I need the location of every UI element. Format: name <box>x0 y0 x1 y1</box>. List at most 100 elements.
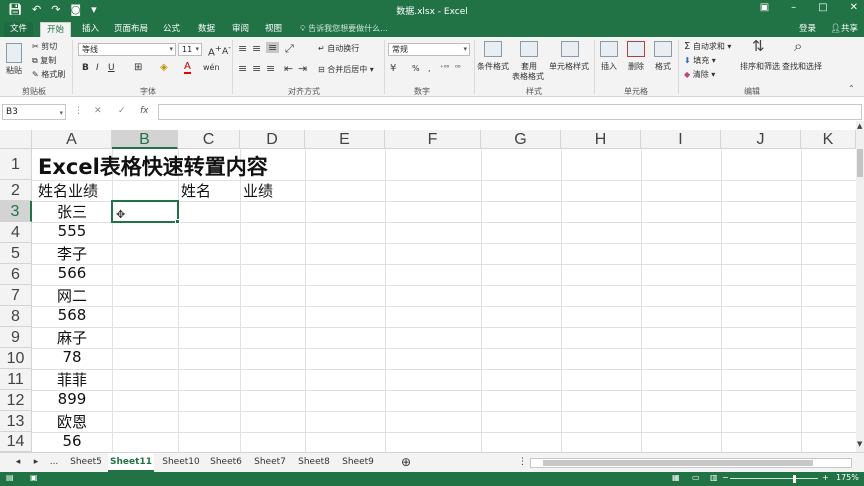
cell-a14[interactable]: 56 <box>32 432 112 450</box>
add-sheet-icon[interactable]: ⊕ <box>398 453 414 472</box>
row-header[interactable]: 2 <box>0 180 32 201</box>
format-cells-icon[interactable] <box>654 41 672 57</box>
paste-button[interactable]: 粘贴 <box>6 65 22 76</box>
more-sheets-button[interactable]: ... <box>46 453 62 472</box>
row-header[interactable]: 7 <box>0 285 32 306</box>
font-color-icon[interactable]: A <box>184 61 191 74</box>
row-header[interactable]: 14 <box>0 432 32 452</box>
format-as-table-icon[interactable] <box>520 41 538 57</box>
horizontal-scrollbar[interactable] <box>530 458 852 468</box>
delete-cells-icon[interactable] <box>627 41 645 57</box>
tab-view[interactable]: 视图 <box>259 22 288 37</box>
zoom-slider[interactable] <box>730 478 818 479</box>
cell-a13[interactable]: 欧恩 <box>32 411 112 432</box>
row-header[interactable]: 6 <box>0 264 32 285</box>
login-link[interactable]: 登录 <box>799 22 816 34</box>
fill-handle[interactable] <box>175 219 180 224</box>
sheet-tab[interactable]: Sheet10 <box>158 453 204 472</box>
font-size-select[interactable]: 11 <box>178 43 202 56</box>
insert-function-button[interactable]: fx <box>140 106 149 116</box>
fill-button[interactable]: ⬇ 填充 ▾ <box>684 55 716 66</box>
vertical-scroll-thumb[interactable] <box>857 149 863 177</box>
row-header[interactable]: 13 <box>0 411 32 432</box>
insert-cells-icon[interactable] <box>600 41 618 57</box>
conditional-format-icon[interactable] <box>484 41 502 57</box>
sheet-tab[interactable]: Sheet9 <box>338 453 378 472</box>
cancel-icon[interactable]: ✕ <box>94 106 102 116</box>
shrink-font-icon[interactable]: A- <box>222 43 231 57</box>
fill-color-icon[interactable]: ◈ <box>160 62 168 73</box>
conditional-format-button[interactable]: 条件格式 <box>477 61 509 72</box>
sort-filter-button[interactable]: 排序和筛选 <box>740 61 780 72</box>
tab-review[interactable]: 审阅 <box>226 22 255 37</box>
align-left-icon[interactable]: ≡ <box>238 63 247 74</box>
column-header[interactable]: K <box>801 130 856 149</box>
scroll-down-icon[interactable]: ▼ <box>857 439 862 450</box>
zoom-slider-knob[interactable] <box>793 475 796 483</box>
delete-button[interactable]: 删除 <box>628 61 644 72</box>
vertical-scrollbar[interactable]: ▲ ▼ <box>856 121 864 452</box>
restore-button[interactable]: □ <box>818 2 827 13</box>
row-header[interactable]: 5 <box>0 243 32 264</box>
column-header[interactable]: E <box>305 130 385 149</box>
cell-a11[interactable]: 菲菲 <box>32 369 112 390</box>
currency-icon[interactable]: ¥ <box>390 63 396 74</box>
tell-me-box[interactable]: 💡︎ 告诉我您想要做什么... <box>300 23 388 34</box>
autosum-button[interactable]: Σ 自动求和 ▾ <box>684 41 731 52</box>
format-as-table-line2[interactable]: 表格格式 <box>512 71 544 82</box>
align-top-icon[interactable]: ≡ <box>238 43 247 54</box>
magnifier-icon[interactable]: ⌕ <box>794 39 802 54</box>
cell-a9[interactable]: 麻子 <box>32 327 112 348</box>
format-button[interactable]: 格式 <box>655 61 671 72</box>
scroll-up-icon[interactable]: ▲ <box>857 121 862 132</box>
macro-record-icon[interactable]: ▣ <box>30 473 38 482</box>
sheet-tab[interactable]: Sheet8 <box>294 453 334 472</box>
collapse-ribbon-icon[interactable]: ⌃ <box>848 83 855 94</box>
sheet-tab[interactable]: Sheet5 <box>66 453 106 472</box>
align-bottom-icon[interactable]: ≡ <box>266 42 280 53</box>
underline-button[interactable]: U <box>108 63 115 73</box>
format-painter-button[interactable]: ✎ 格式刷 <box>32 69 65 80</box>
more-options-icon[interactable]: ⋮ <box>74 106 83 116</box>
cell-a12[interactable]: 899 <box>32 390 112 408</box>
enter-icon[interactable]: ✓ <box>118 106 126 116</box>
cut-button[interactable]: ✂ 剪切 <box>32 41 57 52</box>
grow-font-icon[interactable]: A+ <box>208 43 222 58</box>
tab-home[interactable]: 开始 <box>40 22 72 37</box>
worksheet-grid[interactable]: A B C D E F G H I J K 1 2 3 4 5 6 7 8 9 … <box>0 130 856 452</box>
column-header[interactable]: F <box>385 130 481 149</box>
column-header[interactable]: B <box>112 130 178 149</box>
phonetic-icon[interactable]: wén <box>203 63 220 72</box>
italic-button[interactable]: I <box>96 63 99 73</box>
insert-button[interactable]: 插入 <box>601 61 617 72</box>
copy-button[interactable]: ⧉ 复制 <box>32 55 56 66</box>
row-header[interactable]: 12 <box>0 390 32 411</box>
page-break-view-icon[interactable]: ▥ <box>710 473 718 482</box>
sheet-tab[interactable]: Sheet7 <box>250 453 290 472</box>
cell-a7[interactable]: 网二 <box>32 285 112 306</box>
cell-c2[interactable]: 姓名 <box>181 180 211 201</box>
percent-button[interactable]: % <box>412 64 420 73</box>
row-header[interactable]: 9 <box>0 327 32 348</box>
column-header[interactable]: I <box>641 130 721 149</box>
decrease-decimal-icon[interactable]: ⁰⁰ <box>455 64 461 72</box>
decrease-indent-icon[interactable]: ⇤ <box>284 63 293 74</box>
font-name-select[interactable]: 等线 <box>78 43 176 56</box>
row-header[interactable]: 10 <box>0 348 32 369</box>
row-header[interactable]: 3 <box>0 201 32 222</box>
prev-sheet-icon[interactable]: ◂ <box>12 453 24 472</box>
cell-a1[interactable]: Excel表格快速转置内容 <box>38 151 268 181</box>
row-header[interactable]: 11 <box>0 369 32 390</box>
share-button[interactable]: 👤︎共享 <box>830 22 858 34</box>
row-header[interactable]: 8 <box>0 306 32 327</box>
cell-styles-button[interactable]: 单元格样式 <box>549 61 589 72</box>
cell-a10[interactable]: 78 <box>32 348 112 366</box>
name-box[interactable]: B3 <box>2 104 66 120</box>
column-header[interactable]: J <box>721 130 801 149</box>
comma-button[interactable]: , <box>428 64 431 73</box>
cell-a4[interactable]: 555 <box>32 222 112 240</box>
cell-styles-icon[interactable] <box>561 41 579 57</box>
align-middle-icon[interactable]: ≡ <box>252 43 261 54</box>
number-format-select[interactable]: 常规 <box>388 43 470 56</box>
normal-view-icon[interactable]: ▦ <box>672 473 680 482</box>
